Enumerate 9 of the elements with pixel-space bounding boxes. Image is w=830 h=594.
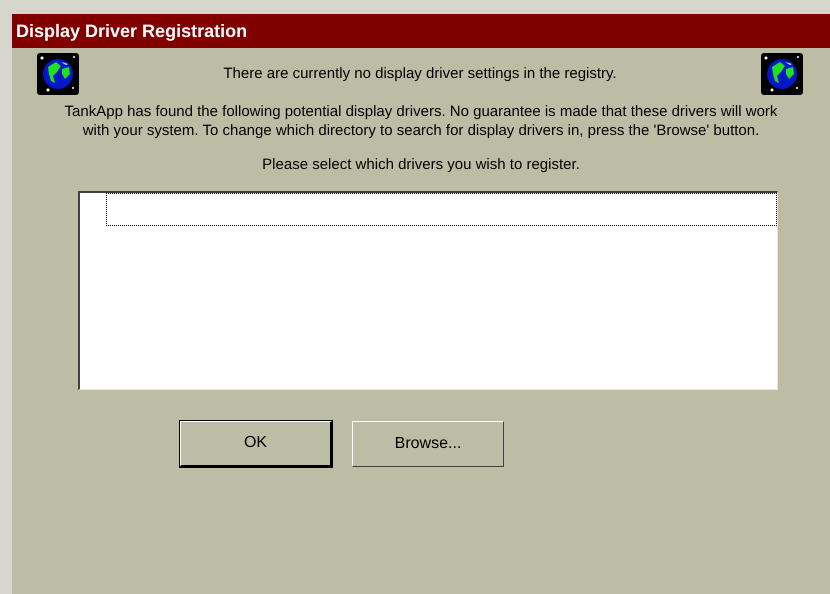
- instruction-text: Please select which drivers you wish to register.: [261, 155, 581, 175]
- globe-icon: [36, 52, 80, 96]
- window-title: Display Driver Registration: [16, 20, 248, 43]
- description-text: TankApp has found the following potential display drivers. No guarantee is made that these drivers will work with your system. To change which directory to search for display drivers in, press the 'Browse' button.: [64, 102, 778, 140]
- status-message: There are currently no display driver settings in the registry.: [223, 64, 617, 84]
- list-focus-row[interactable]: [106, 192, 777, 226]
- globe-icon: [760, 52, 804, 96]
- dialog-button[interactable]: OK: [180, 420, 332, 466]
- dialog-button[interactable]: Browse...: [352, 420, 504, 466]
